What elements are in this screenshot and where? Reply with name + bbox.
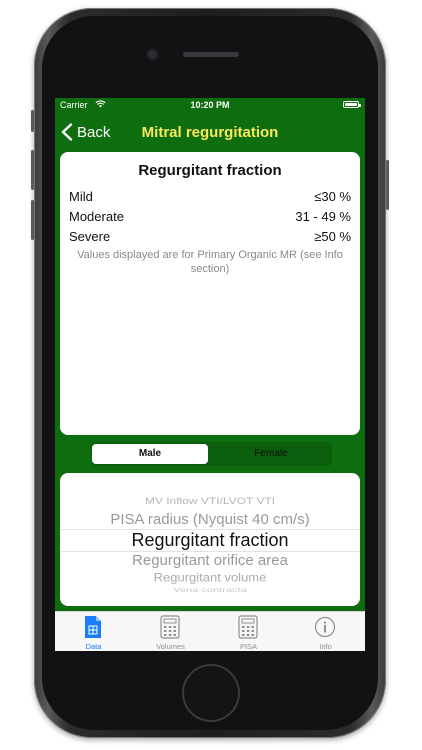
picker-item[interactable]: MV Inflow VTI/LVOT VTI xyxy=(60,496,360,507)
status-bar: Carrier 10:20 PM xyxy=(55,98,365,113)
grade-label: Moderate xyxy=(69,209,124,224)
grade-row-mild: Mild ≤30 % xyxy=(69,189,351,204)
result-card: Regurgitant fraction Mild ≤30 % Moderate… xyxy=(60,152,360,435)
parameter-picker[interactable]: MV Inflow VTI/LVOT VTI PISA radius (Nyqu… xyxy=(60,473,360,606)
tab-label: Info xyxy=(319,642,332,651)
grade-value: 31 - 49 % xyxy=(295,209,351,224)
front-camera xyxy=(148,50,157,59)
tab-data[interactable]: Data xyxy=(55,612,132,651)
power-button xyxy=(386,160,389,210)
picker-item-selected[interactable]: Regurgitant fraction xyxy=(60,530,360,551)
grade-label: Severe xyxy=(69,229,111,244)
volume-up-button xyxy=(31,150,34,190)
grade-label: Mild xyxy=(69,189,93,204)
info-icon xyxy=(314,616,336,638)
earpiece-speaker xyxy=(183,52,239,57)
segment-male[interactable]: Male xyxy=(92,444,208,464)
picker-item[interactable]: Regurgitant orifice area xyxy=(60,552,360,569)
segment-female[interactable]: Female xyxy=(213,444,329,464)
status-time: 10:20 PM xyxy=(190,100,230,110)
tab-volumes[interactable]: Volumes xyxy=(132,612,209,651)
picker-item[interactable]: Regurgitant volume xyxy=(60,571,360,585)
tab-label: PISA xyxy=(239,642,258,651)
home-button[interactable] xyxy=(184,666,238,720)
calculator-icon xyxy=(238,615,258,639)
card-title: Regurgitant fraction xyxy=(138,162,282,179)
tab-label: Data xyxy=(85,642,102,651)
navigation-bar: Back Mitral regurgitation xyxy=(55,113,365,151)
volume-down-button xyxy=(31,200,34,240)
page-title: Mitral regurgitation xyxy=(141,124,279,141)
grade-value: ≤30 % xyxy=(314,189,351,204)
picker-item[interactable]: PISA radius (Nyquist 40 cm/s) xyxy=(60,511,360,528)
tab-label: Volumes xyxy=(156,642,185,651)
gender-segmented-control: Male Female xyxy=(91,442,332,466)
info-note: Values displayed are for Primary Organic… xyxy=(77,249,343,275)
tab-info[interactable]: Info xyxy=(287,612,364,651)
picker-item[interactable]: Vena contracta xyxy=(60,586,360,593)
document-icon xyxy=(85,616,101,638)
grade-row-severe: Severe ≥50 % xyxy=(69,229,351,244)
calculator-icon xyxy=(160,615,180,639)
grade-value: ≥50 % xyxy=(314,229,351,244)
tab-bar: Data Volumes PISA Info xyxy=(55,611,365,651)
mute-switch xyxy=(31,110,34,132)
tab-pisa[interactable]: PISA xyxy=(210,612,287,651)
app-screen: Carrier 10:20 PM Back Mitral regurgitati… xyxy=(55,98,365,651)
battery-icon xyxy=(343,101,361,108)
grade-row-moderate: Moderate 31 - 49 % xyxy=(69,209,351,224)
